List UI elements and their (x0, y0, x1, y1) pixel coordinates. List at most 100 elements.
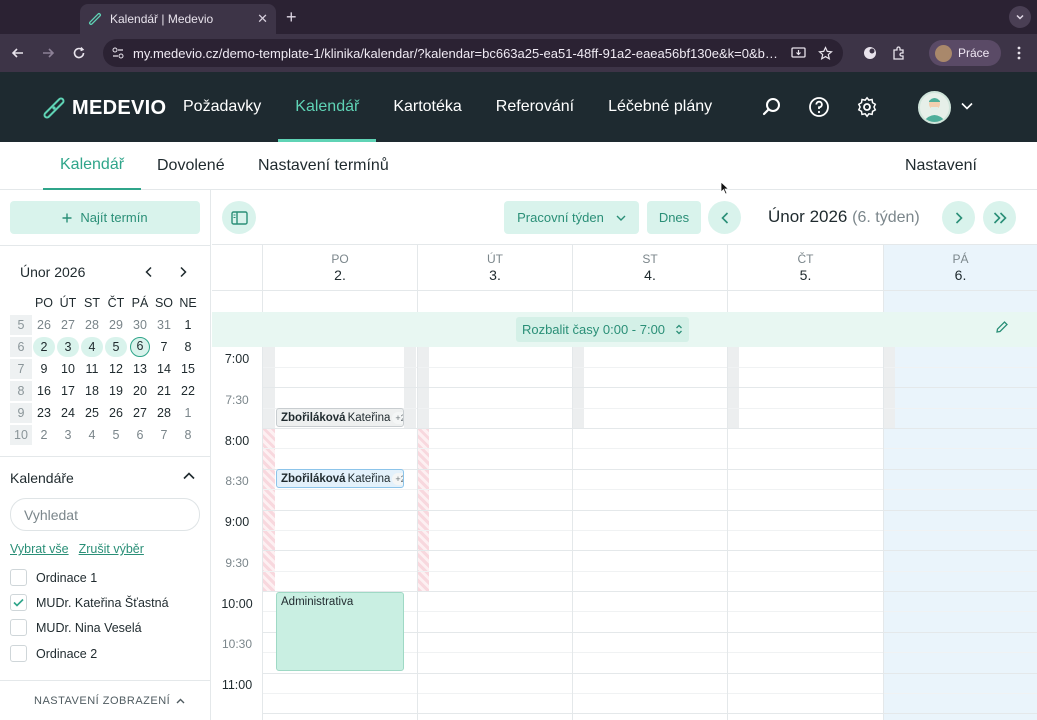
appointment-event[interactable]: Zbořiláková Kateřina +2 (276, 408, 404, 427)
calendar-checkbox-checked[interactable] (10, 594, 27, 611)
site-settings-icon[interactable] (111, 46, 125, 60)
mini-calendar-day[interactable]: 16 (32, 381, 56, 401)
address-bar[interactable]: my.medevio.cz/demo-template-1/klinika/ka… (103, 39, 843, 67)
nav-pozadavky[interactable]: Požadavky (166, 72, 278, 142)
pencil-icon[interactable] (995, 320, 1009, 334)
mini-calendar-day[interactable]: 1 (176, 403, 200, 423)
mini-calendar-day[interactable]: 29 (104, 315, 128, 335)
browser-tab[interactable]: Kalendář | Medevio ✕ (80, 4, 276, 34)
medevio-logo[interactable]: MEDEVIO (42, 96, 166, 120)
calendar-search-input[interactable] (10, 498, 200, 531)
calendar-checkbox[interactable] (10, 619, 27, 636)
chevron-up-icon[interactable] (183, 472, 195, 480)
mini-calendar-day[interactable]: 8 (176, 337, 200, 357)
mini-calendar-day[interactable]: 28 (80, 315, 104, 335)
mini-calendar-day[interactable]: 3 (56, 425, 80, 445)
tab-nastaveni-terminu[interactable]: Nastavení termínů (258, 142, 389, 189)
back-icon[interactable] (8, 43, 28, 63)
select-all-link[interactable]: Vybrat vše (10, 542, 69, 556)
mini-calendar-day[interactable]: 21 (152, 381, 176, 401)
nav-lecebne-plany[interactable]: Léčebné plány (591, 72, 729, 142)
mini-calendar-day[interactable]: 2 (33, 337, 55, 357)
help-icon[interactable] (808, 96, 830, 118)
expand-hours-button[interactable]: Rozbalit časy 0:00 - 7:00 (516, 317, 689, 342)
gear-icon[interactable] (856, 96, 878, 118)
time-grid[interactable]: 7:00 7:30 8:00 8:30 9:00 9:30 10:00 10:3… (212, 347, 1037, 720)
toggle-sidebar-button[interactable] (222, 201, 256, 234)
mini-calendar-day[interactable]: 6 (128, 425, 152, 445)
day-header[interactable]: ÚT 3. (417, 245, 572, 291)
mini-calendar-day[interactable]: 28 (152, 403, 176, 423)
appointment-event[interactable]: Zbořiláková Kateřina +2 (276, 469, 404, 488)
tab-search-icon[interactable] (1009, 6, 1031, 28)
all-day-row[interactable] (212, 290, 1037, 313)
day-header-today[interactable]: PÁ 6. (883, 245, 1037, 291)
next-week-button[interactable] (942, 201, 975, 234)
extensions-puzzle-icon[interactable] (889, 43, 909, 63)
prev-week-button[interactable] (708, 201, 741, 234)
browser-profile-chip[interactable]: Práce (929, 40, 1001, 66)
deselect-link[interactable]: Zrušit výběr (79, 542, 144, 556)
mini-calendar-day[interactable]: 3 (57, 337, 79, 357)
mini-calendar-day[interactable]: 7 (152, 337, 176, 357)
calendar-checkbox[interactable] (10, 645, 27, 662)
search-icon[interactable] (761, 96, 783, 118)
week-number[interactable]: 6 (10, 337, 32, 357)
mini-calendar-today[interactable]: 6 (130, 337, 150, 357)
mini-calendar-day[interactable]: 26 (32, 315, 56, 335)
reload-icon[interactable] (69, 43, 89, 63)
close-tab-icon[interactable]: ✕ (257, 11, 268, 27)
mini-calendar-day[interactable]: 8 (176, 425, 200, 445)
mini-calendar-day[interactable]: 22 (176, 381, 200, 401)
mini-calendar-day[interactable]: 13 (128, 359, 152, 379)
mini-calendar-day[interactable]: 4 (80, 425, 104, 445)
extension-icon[interactable] (860, 43, 880, 63)
week-number[interactable]: 5 (10, 315, 32, 335)
week-number[interactable]: 8 (10, 381, 32, 401)
mini-calendar-day[interactable]: 19 (104, 381, 128, 401)
chevron-left-icon[interactable] (143, 266, 155, 278)
mini-calendar-day[interactable]: 4 (81, 337, 103, 357)
week-number[interactable]: 9 (10, 403, 32, 423)
calendars-section-title[interactable]: Kalendáře (10, 470, 74, 486)
browser-menu-icon[interactable] (1009, 43, 1029, 63)
new-tab-icon[interactable]: + (286, 7, 297, 27)
mini-calendar-day[interactable]: 27 (128, 403, 152, 423)
mini-calendar-day[interactable]: 11 (80, 359, 104, 379)
tab-dovolene[interactable]: Dovolené (157, 142, 225, 189)
calendar-item[interactable]: MUDr. Nina Veselá (10, 619, 142, 636)
calendar-item[interactable]: Ordinace 2 (10, 645, 97, 662)
mini-calendar-day[interactable]: 5 (105, 337, 127, 357)
calendar-item[interactable]: Ordinace 1 (10, 569, 97, 586)
mini-calendar-day[interactable]: 27 (56, 315, 80, 335)
chevron-right-icon[interactable] (177, 266, 189, 278)
mini-calendar-day[interactable]: 17 (56, 381, 80, 401)
mini-calendar-day[interactable]: 14 (152, 359, 176, 379)
tab-kalendar[interactable]: Kalendář (43, 142, 142, 190)
mini-calendar-day[interactable]: 9 (32, 359, 56, 379)
mini-calendar-day[interactable]: 12 (104, 359, 128, 379)
jump-forward-button[interactable] (983, 201, 1016, 234)
mini-calendar-day[interactable]: 20 (128, 381, 152, 401)
display-settings-toggle[interactable]: NASTAVENÍ ZOBRAZENÍ (34, 695, 185, 707)
day-header[interactable]: ČT 5. (727, 245, 883, 291)
mini-calendar-day[interactable]: 7 (152, 425, 176, 445)
nav-kalendar[interactable]: Kalendář (278, 72, 377, 142)
mini-calendar-day[interactable]: 31 (152, 315, 176, 335)
calendar-checkbox[interactable] (10, 569, 27, 586)
mini-calendar-day[interactable]: 2 (32, 425, 56, 445)
today-button[interactable]: Dnes (647, 201, 701, 234)
bookmark-star-icon[interactable] (816, 44, 834, 62)
find-slot-button[interactable]: Najít termín (10, 201, 200, 234)
nav-kartoteka[interactable]: Kartotéka (376, 72, 478, 142)
install-app-icon[interactable] (789, 44, 807, 62)
mini-calendar-day[interactable]: 30 (128, 315, 152, 335)
mini-calendar-day[interactable]: 23 (32, 403, 56, 423)
view-select-button[interactable]: Pracovní týden (504, 201, 639, 234)
week-number[interactable]: 7 (10, 359, 32, 379)
day-header[interactable]: PO 2. (262, 245, 417, 291)
nav-referovani[interactable]: Referování (479, 72, 591, 142)
user-avatar[interactable] (918, 91, 951, 124)
chevron-down-icon[interactable] (961, 102, 973, 110)
mini-calendar-day[interactable]: 25 (80, 403, 104, 423)
